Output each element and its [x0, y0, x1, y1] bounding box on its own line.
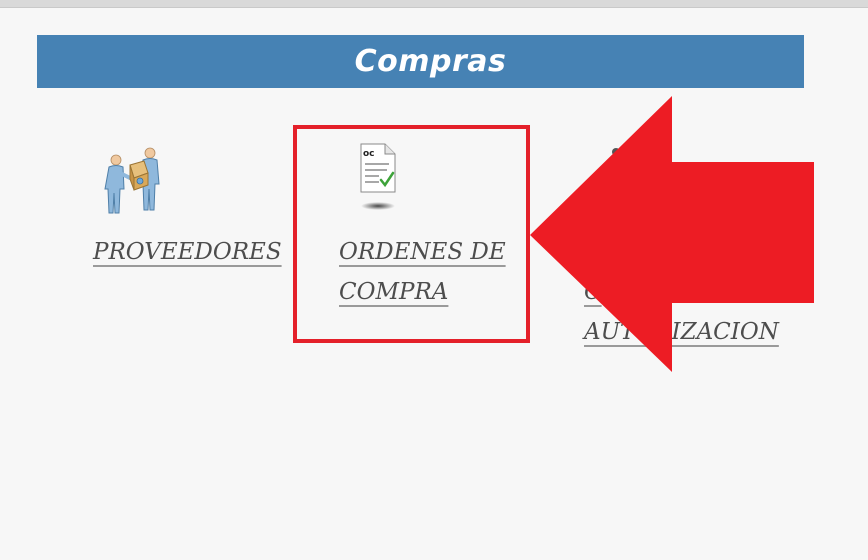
arrow-left-icon [530, 96, 814, 372]
